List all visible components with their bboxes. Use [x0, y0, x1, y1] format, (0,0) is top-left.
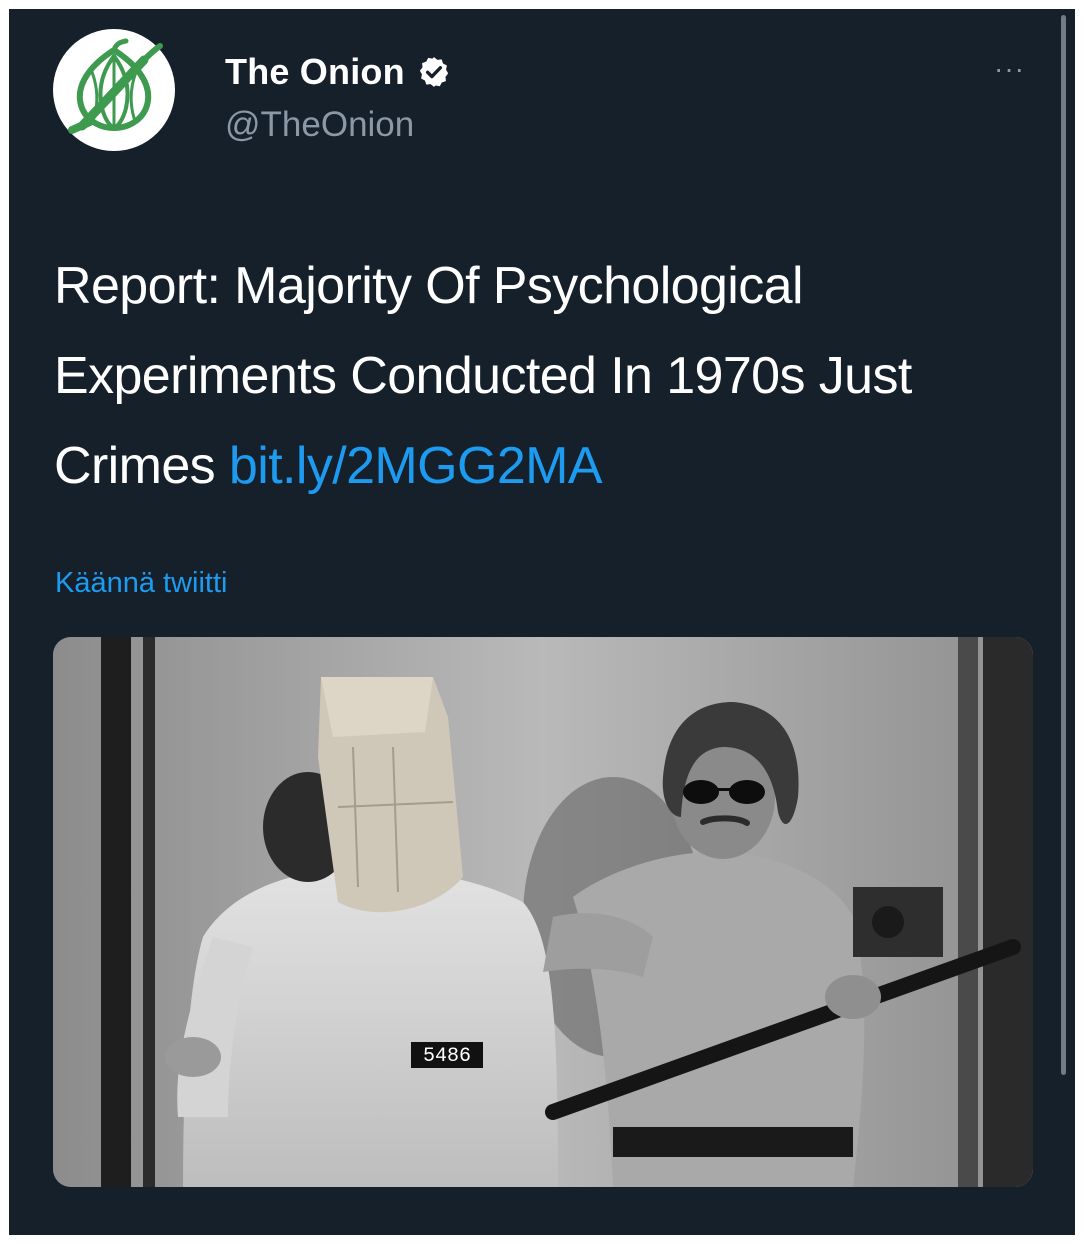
more-options-icon[interactable]: ··· — [994, 53, 1025, 85]
scrollbar[interactable] — [1061, 15, 1066, 1075]
tweet-card[interactable]: The Onion @TheOnion ··· Report: Majority… — [9, 9, 1075, 1235]
photo-illustration: 5486 — [53, 637, 1033, 1187]
onion-logo-icon — [68, 38, 163, 134]
prisoner-number-label: 5486 — [423, 1045, 471, 1068]
tweet-link[interactable]: bit.ly/2MGG2MA — [229, 437, 603, 495]
avatar[interactable] — [53, 29, 175, 151]
tweet-photo[interactable]: 5486 — [53, 637, 1033, 1187]
translate-tweet-link[interactable]: Käännä twiitti — [55, 567, 228, 600]
tweet-text: Report: Majority Of Psychological Experi… — [54, 241, 1014, 511]
author-display-name[interactable]: The Onion — [225, 51, 405, 93]
author-name-row[interactable]: The Onion — [225, 51, 451, 93]
author-handle[interactable]: @TheOnion — [225, 105, 414, 145]
verified-badge-icon — [419, 57, 448, 87]
